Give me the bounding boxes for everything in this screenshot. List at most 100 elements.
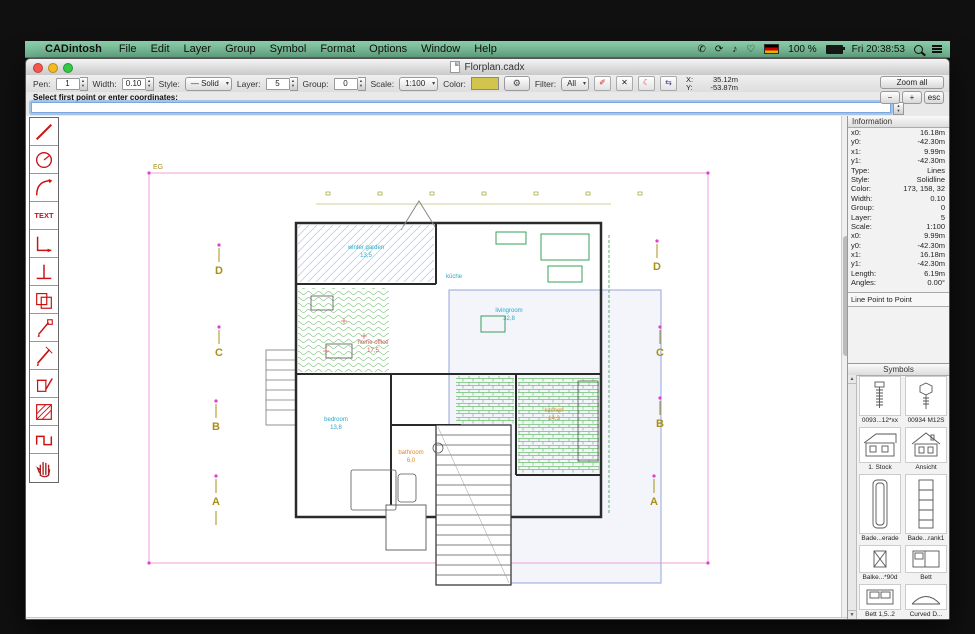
group-stepper-arrows[interactable]: ▲▼ <box>358 77 366 91</box>
layer-value[interactable]: 5 <box>266 78 290 90</box>
volume-icon[interactable]: ♪ <box>732 44 737 55</box>
info-row: Width:0.10 <box>848 194 949 203</box>
dining-hatch <box>456 376 514 424</box>
title-bar[interactable]: Florplan.cadx <box>26 59 949 76</box>
app-menu[interactable]: CADintosh <box>45 43 112 55</box>
settings-gear-icon[interactable]: ⚙ <box>504 76 530 91</box>
arc-mode-icon[interactable]: ☾ <box>638 76 655 91</box>
pen-stepper-arrows[interactable]: ▲▼ <box>80 77 88 91</box>
drawing-canvas[interactable]: EG <box>26 116 841 617</box>
symbol-item[interactable]: Balke...*90d <box>858 545 902 581</box>
canvas-horizontal-scrollbar[interactable] <box>26 617 849 619</box>
symbol-item[interactable]: 00934 M12S <box>904 376 948 424</box>
keyboard-flag-de-icon[interactable] <box>764 44 779 54</box>
edit-point-tool[interactable] <box>30 314 58 342</box>
menu-options[interactable]: Options <box>362 43 414 55</box>
menu-help[interactable]: Help <box>467 43 504 55</box>
delete-mode-icon[interactable]: ✕ <box>616 76 633 91</box>
svg-text:13,8: 13,8 <box>330 425 342 431</box>
dimension-tool[interactable] <box>30 230 58 258</box>
menubar-clock[interactable]: Fri 20:38:53 <box>852 44 905 55</box>
layer-stepper-arrows[interactable]: ▲▼ <box>290 77 298 91</box>
call-icon[interactable]: ✆ <box>698 44 706 55</box>
style-popup[interactable]: — Solid <box>185 77 232 91</box>
pen-tool[interactable] <box>30 342 58 370</box>
perpendicular-tool[interactable] <box>30 258 58 286</box>
zoom-in-button[interactable]: + <box>902 91 922 104</box>
filter-popup[interactable]: All <box>561 77 589 91</box>
pan-hand-tool[interactable] <box>30 454 58 482</box>
circle-tool[interactable] <box>30 146 58 174</box>
zoom-out-button[interactable]: − <box>880 91 900 104</box>
room-home-office: home office <box>358 340 390 346</box>
tool-mode-label: Line Point to Point <box>848 292 949 307</box>
hatch-tool[interactable] <box>30 398 58 426</box>
notification-center-icon[interactable] <box>932 45 942 53</box>
symbol-item[interactable]: Bade...rank1 <box>904 474 948 542</box>
symbol-item[interactable]: Bade...erade <box>858 474 902 542</box>
document-icon <box>450 61 460 73</box>
scroll-down-icon[interactable]: ▼ <box>848 610 856 619</box>
menu-group[interactable]: Group <box>218 43 263 55</box>
info-row: y1:-42.30m <box>848 259 949 268</box>
symbol-item[interactable]: Curved D... <box>904 584 948 618</box>
zoom-window-icon[interactable] <box>63 63 73 73</box>
width-stepper[interactable]: 0.10 ▲▼ <box>122 77 154 91</box>
scroll-up-icon[interactable]: ▲ <box>848 375 856 384</box>
symbol-item[interactable]: Bett 1,5..2 <box>858 584 902 618</box>
symbols-scrollbar[interactable]: ▲ ▼ <box>848 375 857 619</box>
svg-text:32,8: 32,8 <box>503 316 515 322</box>
top-tick-marks <box>316 192 642 204</box>
symbol-item[interactable]: 1. Stock <box>858 427 902 471</box>
symbol-item[interactable]: Bett <box>904 545 948 581</box>
menu-window[interactable]: Window <box>414 43 467 55</box>
menu-layer[interactable]: Layer <box>177 43 219 55</box>
minimize-window-icon[interactable] <box>48 63 58 73</box>
copy-tool[interactable] <box>30 286 58 314</box>
delete-tool[interactable] <box>30 370 58 398</box>
group-value[interactable]: 0 <box>334 78 358 90</box>
spotlight-icon[interactable] <box>914 45 923 54</box>
menu-format[interactable]: Format <box>313 43 362 55</box>
close-window-icon[interactable] <box>33 63 43 73</box>
esc-button[interactable]: esc <box>924 91 944 104</box>
coordinate-input[interactable] <box>31 102 891 113</box>
info-row: Layer:5 <box>848 213 949 222</box>
menu-file[interactable]: File <box>112 43 144 55</box>
info-row: Type:Lines <box>848 166 949 175</box>
scale-popup[interactable]: 1:100 <box>399 77 438 91</box>
y-label: Y: <box>686 84 696 92</box>
draw-mode-icon[interactable]: ✐ <box>594 76 611 91</box>
symbol-item[interactable]: Ansicht <box>904 427 948 471</box>
menu-edit[interactable]: Edit <box>144 43 177 55</box>
info-row: x0:16.18m <box>848 128 949 137</box>
text-tool[interactable]: TEXT <box>30 202 58 230</box>
zoom-all-button[interactable]: Zoom all <box>880 76 944 89</box>
pen-stepper[interactable]: 1 ▲▼ <box>56 77 88 91</box>
info-row: Group:0 <box>848 203 949 212</box>
svg-text:B: B <box>656 418 664 430</box>
color-swatch[interactable] <box>471 77 499 90</box>
polyline-tool[interactable] <box>30 426 58 454</box>
info-row: Scale:1:100 <box>848 222 949 231</box>
color-label: Color: <box>443 79 466 89</box>
width-value[interactable]: 0.10 <box>122 78 146 90</box>
svg-text:17,5: 17,5 <box>367 348 379 354</box>
info-row: y0:-42.30m <box>848 241 949 250</box>
sync-icon[interactable]: ⟳ <box>715 44 723 55</box>
line-tool[interactable] <box>30 118 58 146</box>
layer-stepper[interactable]: 5 ▲▼ <box>266 77 298 91</box>
swap-mode-icon[interactable]: ⇆ <box>660 76 677 91</box>
menu-symbol[interactable]: Symbol <box>263 43 314 55</box>
svg-text:6,0: 6,0 <box>407 458 416 464</box>
level-label: EG <box>153 164 163 171</box>
battery-icon[interactable] <box>826 45 843 54</box>
symbol-item[interactable]: 0093...12*xx <box>858 376 902 424</box>
room-bedroom: bedroom <box>324 417 348 423</box>
group-stepper[interactable]: 0 ▲▼ <box>334 77 366 91</box>
arc-tool[interactable] <box>30 174 58 202</box>
pen-value[interactable]: 1 <box>56 78 80 90</box>
heart-icon[interactable]: ♡ <box>746 44 755 55</box>
width-stepper-arrows[interactable]: ▲▼ <box>146 77 154 91</box>
window-controls[interactable] <box>33 63 73 73</box>
